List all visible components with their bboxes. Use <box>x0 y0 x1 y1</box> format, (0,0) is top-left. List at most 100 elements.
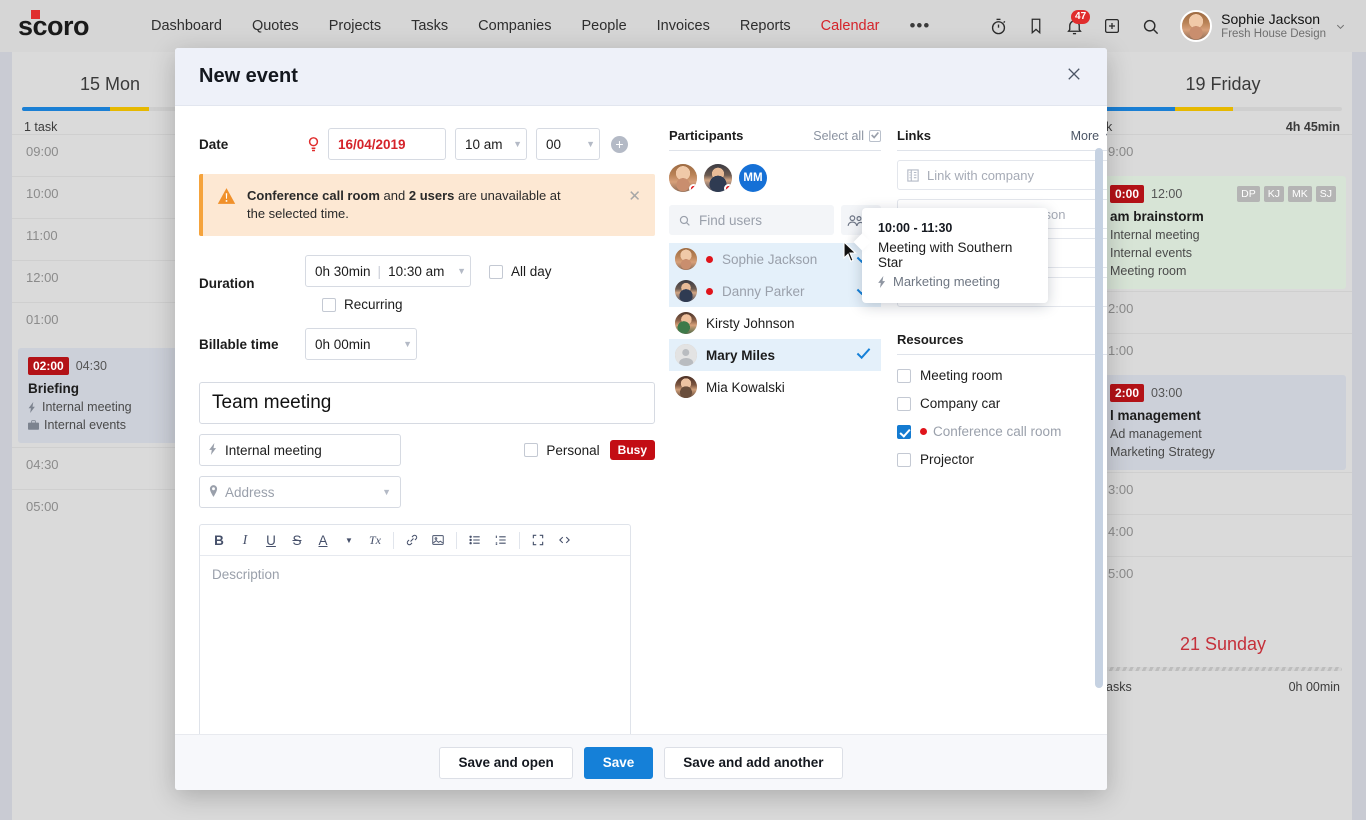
calendar-day-header-sunday[interactable]: 21 Sunday <box>1094 598 1352 655</box>
initials-badge: KJ <box>1263 186 1284 202</box>
save-and-open-button[interactable]: Save and open <box>439 746 573 779</box>
hour-row[interactable]: 2:00 <box>1094 291 1352 333</box>
avatar[interactable] <box>669 164 697 192</box>
save-and-add-another-button[interactable]: Save and add another <box>664 746 843 779</box>
nav-item-reports[interactable]: Reports <box>725 18 806 34</box>
chevron-down-icon: ▼ <box>382 487 391 497</box>
billable-select[interactable]: 0h 00min ▼ <box>305 328 417 360</box>
code-icon[interactable] <box>551 527 577 553</box>
event-title: Briefing <box>28 381 80 396</box>
resource-row-meeting-room[interactable]: Meeting room <box>897 368 1107 383</box>
all-day-checkbox-row[interactable]: All day <box>489 264 552 279</box>
participant-row-danny-parker[interactable]: Danny Parker <box>669 275 881 307</box>
nav-item-companies[interactable]: Companies <box>463 18 566 34</box>
participant-row-mia-kowalski[interactable]: Mia Kowalski <box>669 371 881 403</box>
event-category: Marketing Strategy <box>1110 445 1215 459</box>
resource-checkbox[interactable] <box>897 396 911 411</box>
chevron-down-icon[interactable] <box>1335 21 1346 32</box>
search-input[interactable]: Find users <box>669 205 834 235</box>
nav-item-invoices[interactable]: Invoices <box>642 18 725 34</box>
task-count: asks <box>1106 680 1132 694</box>
link-with-company-select[interactable]: Link with company ▼ <box>897 160 1107 190</box>
bookmark-icon[interactable] <box>1019 9 1053 43</box>
unavailable-dot <box>706 287 713 295</box>
nav-item-people[interactable]: People <box>567 18 642 34</box>
strikethrough-icon[interactable]: S <box>284 527 310 553</box>
nav-item-tasks[interactable]: Tasks <box>396 18 463 34</box>
links-more-button[interactable]: More ▼ <box>1071 129 1107 143</box>
close-icon[interactable] <box>1065 65 1083 88</box>
avatar <box>675 280 697 302</box>
initials-badge: SJ <box>1315 186 1336 202</box>
resource-checkbox[interactable] <box>897 452 911 467</box>
hour-row[interactable]: 5:00 <box>1094 556 1352 598</box>
personal-checkbox-row[interactable]: Personal <box>524 443 600 458</box>
dismiss-warning-icon[interactable]: ✕ <box>628 187 641 205</box>
date-input[interactable]: 16/04/2019 <box>328 128 446 160</box>
nav-item-projects[interactable]: Projects <box>314 18 396 34</box>
nav-item-calendar[interactable]: Calendar <box>806 18 895 34</box>
resource-row-company-car[interactable]: Company car <box>897 396 1107 411</box>
resource-checkbox[interactable] <box>897 424 911 439</box>
nav-item-dashboard[interactable]: Dashboard <box>136 18 237 34</box>
link-icon[interactable] <box>399 527 425 553</box>
event-type-select[interactable]: Internal meeting <box>199 434 401 466</box>
avatar[interactable] <box>704 164 732 192</box>
avatar <box>675 248 697 270</box>
calendar-event-team-brainstorm[interactable]: 0:00 12:00 DP KJ MK SJ am brainstorm Int… <box>1100 176 1346 289</box>
all-day-checkbox[interactable] <box>489 264 503 279</box>
selected-check-icon[interactable] <box>856 347 871 364</box>
availability-warning: Conference call room and 2 users are una… <box>199 174 655 236</box>
scoro-logo[interactable]: scoro <box>18 10 114 41</box>
avatar-initials[interactable]: MM <box>739 164 767 192</box>
select-all-control[interactable]: Select all <box>813 129 881 143</box>
italic-icon[interactable]: I <box>232 527 258 553</box>
description-input[interactable]: Description <box>200 556 630 593</box>
duration-select[interactable]: 0h 30min | 10:30 am ▼ <box>305 255 471 287</box>
underline-icon[interactable]: U <box>258 527 284 553</box>
fullscreen-icon[interactable] <box>525 527 551 553</box>
bold-icon[interactable]: B <box>206 527 232 553</box>
initials-badge: DP <box>1237 186 1260 202</box>
resource-checkbox[interactable] <box>897 368 911 383</box>
event-start-badge: 0:00 <box>1110 185 1145 203</box>
minute-select[interactable]: 00 ▼ <box>536 128 600 160</box>
clear-format-icon[interactable]: Tx <box>362 527 388 553</box>
recurring-checkbox[interactable] <box>322 297 336 312</box>
hour-row[interactable]: 4:00 <box>1094 514 1352 556</box>
nav-more-icon[interactable]: ••• <box>894 16 945 36</box>
resource-row-projector[interactable]: Projector <box>897 452 1107 467</box>
timer-icon[interactable] <box>981 9 1015 43</box>
notifications-icon[interactable]: 47 <box>1057 9 1091 43</box>
hour-row[interactable]: 9:00 <box>1094 134 1352 176</box>
numbered-list-icon[interactable] <box>488 527 514 553</box>
search-icon[interactable] <box>1133 9 1167 43</box>
bullet-list-icon[interactable] <box>462 527 488 553</box>
image-icon[interactable] <box>425 527 451 553</box>
address-select[interactable]: Address ▼ <box>199 476 401 508</box>
add-date-button[interactable]: + <box>611 135 628 153</box>
hour-row[interactable]: 1:00 <box>1094 333 1352 375</box>
text-color-icon[interactable]: A <box>310 527 336 553</box>
resource-row-conference-call-room[interactable]: Conference call room <box>897 424 1107 439</box>
calendar-day-header-friday[interactable]: 19 Friday <box>1094 52 1352 95</box>
personal-checkbox[interactable] <box>524 443 539 457</box>
participant-name: Kirsty Johnson <box>706 315 795 331</box>
select-all-checkbox[interactable] <box>869 129 881 142</box>
calendar-event-ad-management[interactable]: 2:00 03:00 l management Ad management Ma… <box>1100 375 1346 470</box>
chevron-down-icon[interactable]: ▼ <box>336 527 362 553</box>
recurring-checkbox-row[interactable]: Recurring <box>322 297 471 312</box>
avatar <box>675 376 697 398</box>
save-button[interactable]: Save <box>583 746 654 779</box>
user-menu[interactable]: Sophie Jackson Fresh House Design <box>1177 7 1352 45</box>
participant-row-mary-miles[interactable]: Mary Miles <box>669 339 881 371</box>
hour-row[interactable]: 3:00 <box>1094 472 1352 514</box>
busy-status-badge[interactable]: Busy <box>609 440 655 460</box>
nav-item-quotes[interactable]: Quotes <box>237 18 314 34</box>
hour-select[interactable]: 10 am ▼ <box>455 128 527 160</box>
participant-row-kirsty-johnson[interactable]: Kirsty Johnson <box>669 307 881 339</box>
event-title-input[interactable]: Team meeting <box>199 382 655 424</box>
modal-scrollbar[interactable] <box>1095 148 1103 688</box>
add-icon[interactable] <box>1095 9 1129 43</box>
participant-search-row: Find users ▼ <box>669 205 881 235</box>
